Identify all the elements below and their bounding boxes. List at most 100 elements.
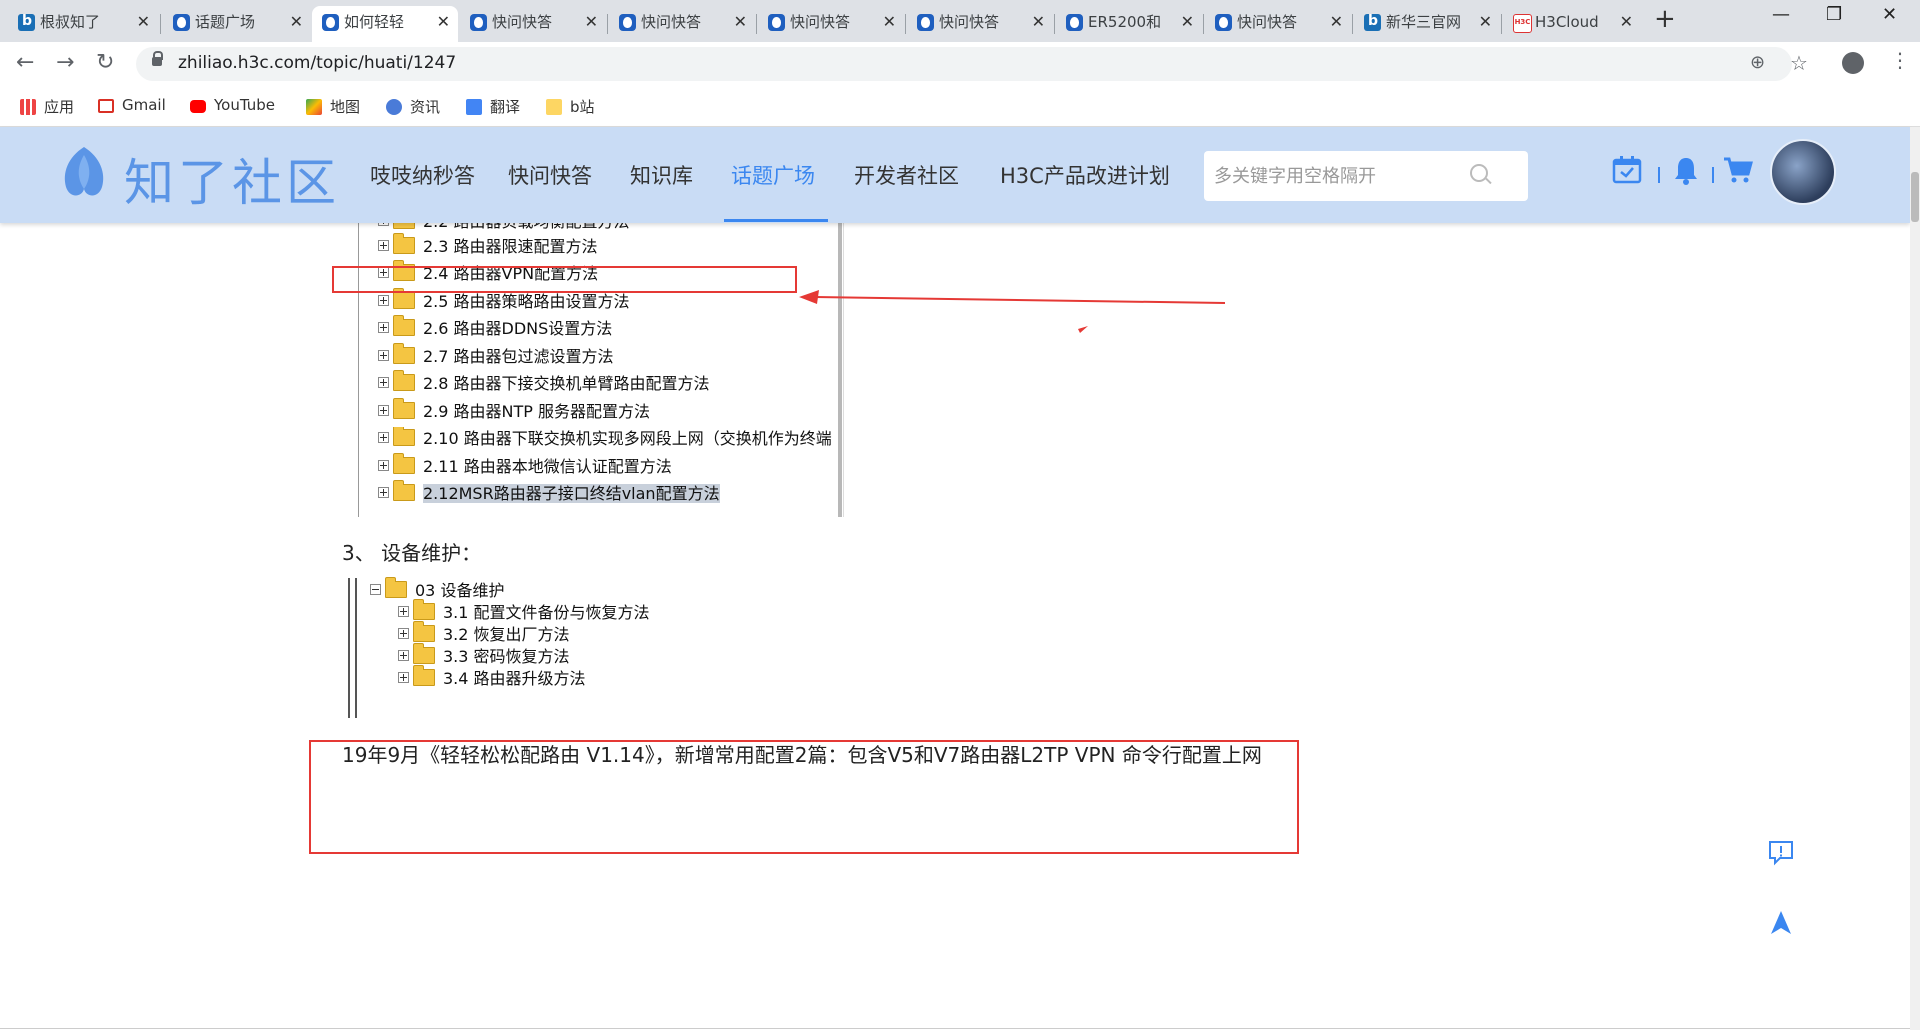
zoom-icon[interactable]: ⊕	[1750, 52, 1765, 73]
bookmark-apps[interactable]: 应用	[20, 96, 74, 117]
url-text[interactable]: zhiliao.h3c.com/topic/huati/1247	[178, 53, 456, 73]
tab-title: 快问快答	[492, 13, 553, 31]
section-heading: 3、 设备维护：	[342, 541, 482, 565]
tree-row-label: 2.8 路由器下接交换机单臂路由配置方法	[423, 374, 710, 393]
active-nav-indicator	[724, 219, 828, 222]
bookmark-label: b站	[570, 98, 595, 116]
nav-knowledge[interactable]: 知识库	[630, 160, 693, 190]
close-icon[interactable]: ✕	[585, 6, 598, 38]
tab-separator	[607, 14, 608, 34]
nav-topics[interactable]: 话题广场	[731, 160, 815, 190]
folder-icon	[413, 599, 435, 620]
tab-2-active[interactable]: 如何轻轻 ✕	[312, 6, 458, 42]
tab-8[interactable]: 快问快答 ✕	[1205, 6, 1351, 42]
close-icon[interactable]: ✕	[1479, 6, 1492, 38]
tree-row: 3.3 密码恢复方法	[398, 643, 570, 668]
tab-1[interactable]: 话题广场 ✕	[163, 6, 311, 42]
bookmark-bilibili[interactable]: b站	[546, 96, 595, 117]
site-logo-text[interactable]: 知了社区	[124, 143, 340, 215]
tree-row: 2.11 路由器本地微信认证配置方法	[378, 453, 672, 479]
tab-0[interactable]: 根叔知了 ✕	[8, 5, 158, 42]
highlight-box-note	[309, 740, 1299, 854]
folder-icon	[393, 398, 415, 419]
tab-9[interactable]: 新华三官网 ✕	[1354, 5, 1500, 42]
cicada-logo-icon[interactable]	[58, 143, 110, 201]
back-icon[interactable]: ←	[16, 50, 34, 75]
close-icon[interactable]: ✕	[1181, 6, 1194, 38]
highlight-box-vpn	[332, 266, 797, 293]
close-icon[interactable]: ✕	[1330, 6, 1343, 38]
expand-icon	[378, 350, 389, 361]
zhiliao-icon	[768, 14, 785, 31]
expand-icon	[398, 650, 409, 661]
close-window-icon[interactable]: ✕	[1882, 4, 1897, 25]
scrollbar-thumb[interactable]	[1911, 172, 1919, 222]
tab-3[interactable]: 快问快答 ✕	[460, 6, 606, 42]
tab-title: 快问快答	[1237, 13, 1298, 31]
tab-10[interactable]: H3C H3Cloud ✕	[1503, 6, 1641, 42]
folder-icon	[385, 577, 407, 598]
close-icon[interactable]: ✕	[137, 6, 150, 38]
profile-icon[interactable]	[1842, 52, 1864, 74]
tree-row-label: 2.7 路由器包过滤设置方法	[423, 347, 614, 366]
zhiliao-icon	[917, 14, 934, 31]
tree-row-label: 2.5 路由器策略路由设置方法	[423, 292, 630, 311]
tab-title: H3Cloud	[1535, 13, 1599, 31]
page-bottom-line	[0, 1028, 1920, 1029]
folder-icon	[393, 233, 415, 254]
nav-improvement[interactable]: H3C产品改进计划	[1000, 160, 1170, 190]
header-separator	[1658, 167, 1660, 183]
page-scrollbar[interactable]	[1910, 127, 1920, 1030]
close-icon[interactable]: ✕	[883, 6, 896, 38]
forward-icon[interactable]: →	[56, 50, 74, 75]
close-icon[interactable]: ✕	[1032, 6, 1045, 38]
lock-icon	[152, 51, 163, 66]
tab-7[interactable]: ER5200和 ✕	[1056, 6, 1202, 42]
expand-icon	[378, 460, 389, 471]
feedback-icon[interactable]	[1766, 838, 1796, 868]
checkin-calendar-icon[interactable]	[1612, 155, 1642, 185]
cart-icon[interactable]	[1722, 155, 1754, 185]
tab-separator	[1352, 14, 1353, 34]
tree-row: 3.4 路由器升级方法	[398, 665, 586, 690]
tree-row-label: 2.6 路由器DDNS设置方法	[423, 319, 613, 338]
nav-developer[interactable]: 开发者社区	[854, 160, 959, 190]
close-icon[interactable]: ✕	[734, 6, 747, 38]
folder-icon	[546, 99, 562, 115]
folder-icon	[393, 315, 415, 336]
close-icon[interactable]: ✕	[437, 6, 450, 38]
close-icon[interactable]: ✕	[1620, 6, 1633, 38]
expand-icon	[378, 377, 389, 388]
search-input[interactable]	[1204, 151, 1474, 201]
restore-icon[interactable]: ❐	[1826, 4, 1842, 25]
back-to-top-icon[interactable]	[1766, 908, 1796, 938]
star-icon[interactable]: ☆	[1790, 51, 1808, 75]
bookmark-translate[interactable]: 翻译	[466, 96, 520, 117]
reload-icon[interactable]: ↻	[96, 50, 114, 75]
user-avatar[interactable]	[1770, 139, 1836, 205]
folder-icon	[393, 343, 415, 364]
tab-5[interactable]: 快问快答 ✕	[758, 6, 904, 42]
bookmark-label: YouTube	[214, 96, 275, 114]
minimize-icon[interactable]: —	[1772, 4, 1790, 25]
nav-kuaiwen[interactable]: 快问快答	[508, 160, 592, 190]
new-tab-button[interactable]: +	[1654, 4, 1676, 34]
news-icon	[386, 99, 402, 115]
menu-icon[interactable]: ⋮	[1890, 48, 1910, 72]
bell-icon[interactable]	[1672, 155, 1700, 185]
tree-border	[355, 578, 357, 718]
tab-6[interactable]: 快问快答 ✕	[907, 6, 1053, 42]
bookmark-maps[interactable]: 地图	[306, 96, 360, 117]
tab-title: 新华三官网	[1386, 13, 1460, 31]
bookmark-gmail[interactable]: Gmail	[98, 96, 166, 114]
bookmark-news[interactable]: 资讯	[386, 96, 440, 117]
nav-zhizhi[interactable]: 吱吱纳秒答	[370, 160, 475, 190]
site-search	[1204, 151, 1528, 201]
address-bar[interactable]: zhiliao.h3c.com/topic/huati/1247 ⊕ ☆	[136, 47, 1808, 81]
bookmark-youtube[interactable]: YouTube	[190, 96, 275, 114]
folder-icon	[413, 621, 435, 642]
tab-4[interactable]: 快问快答 ✕	[609, 6, 755, 42]
search-icon[interactable]	[1470, 164, 1488, 182]
h3c-icon: H3C	[1513, 14, 1532, 33]
close-icon[interactable]: ✕	[290, 6, 303, 38]
